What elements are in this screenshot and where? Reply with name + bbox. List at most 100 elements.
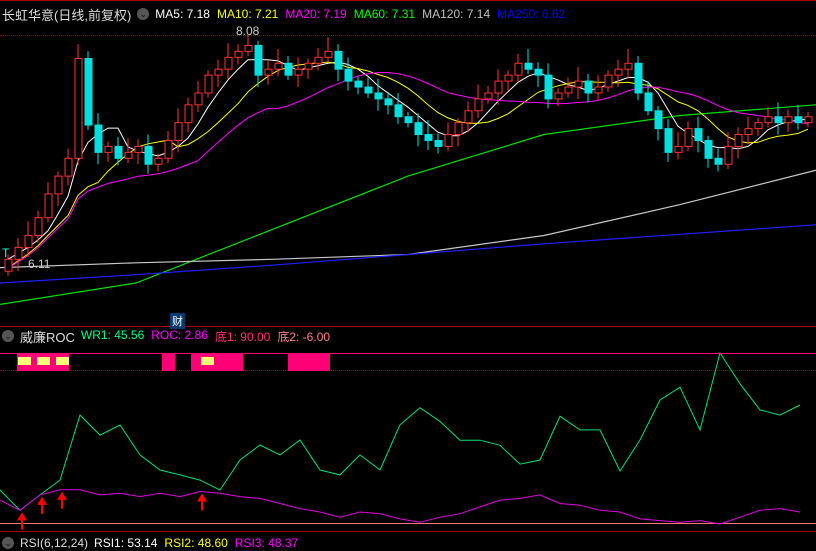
candle-up [164, 139, 173, 159]
candle-up [184, 104, 193, 124]
candle-up [574, 80, 583, 88]
indicator-value-label: 底1: 90.00 [214, 329, 271, 344]
candle-down [334, 50, 343, 70]
candle-up [614, 68, 623, 76]
high-price-label: 8.08 [236, 24, 260, 38]
candle-up [244, 44, 253, 52]
candle-down [424, 134, 433, 141]
candle-down [664, 128, 673, 153]
level-line [0, 353, 816, 354]
indicator-legend: WR1: 45.56 ROC: 2.86 底1: 90.00 底2: -6.00 [81, 328, 330, 345]
candle-up [484, 92, 493, 100]
candle-up [4, 258, 13, 272]
ma10-line [7, 61, 809, 269]
candle-down [344, 68, 353, 82]
candle-up [324, 50, 333, 58]
signal-block [288, 354, 330, 371]
candle-down [354, 80, 363, 88]
roc-line [0, 489, 801, 525]
candle-up [594, 86, 603, 94]
candle-up [784, 116, 793, 124]
t-marker: T [2, 246, 10, 260]
candle-up [24, 235, 33, 248]
rsi-value-label: RSI1: 53.14 [94, 536, 158, 550]
candle-down [404, 116, 413, 124]
candle-up [444, 134, 453, 147]
candle-up [264, 68, 273, 76]
rsi-header: ⌄ RSI(6,12,24) RSI1: 53.14 RSI2: 48.60 RSI… [2, 535, 298, 551]
candle-up [64, 157, 73, 177]
buy-arrow-icon [37, 496, 47, 514]
candle-down [394, 104, 403, 118]
candle-up [674, 145, 683, 153]
candle-down [584, 80, 593, 94]
indicator-value-label: WR1: 45.56 [80, 327, 145, 342]
indicator-header: ⌄ 威廉ROC WR1: 45.56 ROC: 2.86 底1: 90.00 底2: … [2, 328, 330, 345]
candle-up [454, 122, 463, 136]
rsi-value-label: RSI3: 48.37 [234, 536, 299, 550]
candle-up [174, 122, 183, 141]
candle-down [524, 62, 533, 70]
candle-up [624, 62, 633, 70]
signal-mark [37, 357, 50, 365]
candle-down [544, 74, 553, 100]
indicator-value-label: 底2: -6.00 [277, 329, 331, 344]
candle-up [464, 110, 473, 124]
candle-up [204, 74, 213, 94]
candle-up [554, 92, 563, 100]
candle-up [304, 62, 313, 70]
candle-up [724, 145, 733, 165]
candle-up [804, 116, 813, 124]
candle-up [34, 217, 43, 237]
candle-up [214, 68, 223, 76]
candle-up [194, 92, 203, 106]
candle-down [434, 139, 443, 147]
candle-down [254, 44, 263, 76]
candle-down [714, 157, 723, 165]
chevron-down-icon[interactable]: ⌄ [2, 330, 14, 342]
indicator-value-label: ROC: 2.86 [151, 327, 208, 342]
candle-down [534, 68, 543, 76]
signal-mark [18, 357, 31, 365]
candle-down [284, 62, 293, 76]
candle-up [224, 56, 233, 70]
ma20-line [7, 72, 809, 269]
candle-up [684, 128, 693, 147]
candle-down [414, 122, 423, 136]
candle-up [104, 145, 113, 153]
candle-down [94, 124, 103, 153]
candle-up [564, 86, 573, 94]
signal-block [162, 354, 175, 371]
candle-down [774, 116, 783, 124]
signal-mark [201, 357, 214, 365]
indicator-name: 威廉ROC [20, 329, 75, 345]
wr-line [0, 351, 801, 511]
candle-up [294, 68, 303, 76]
signal-block [191, 354, 243, 371]
ma120-line [0, 169, 816, 269]
candle-up [514, 62, 523, 76]
candle-up [234, 50, 243, 58]
candle-down [114, 145, 123, 159]
candlestick-chart [0, 33, 816, 530]
candle-up [14, 246, 23, 260]
candle-up [474, 98, 483, 112]
rsi-legend: RSI1: 53.14 RSI2: 48.60 RSI3: 48.37 [94, 536, 298, 550]
candle-down [374, 92, 383, 100]
candle-up [754, 122, 763, 130]
candle-down [644, 92, 653, 112]
candle-down [794, 116, 803, 124]
candle-up [44, 193, 53, 219]
candle-up [494, 80, 503, 94]
chevron-down-icon[interactable]: ⌄ [2, 537, 14, 549]
low-price-label: 6.11 [28, 257, 51, 271]
ma60-line [0, 104, 816, 305]
candle-down [84, 58, 93, 126]
candle-up [504, 74, 513, 82]
candle-up [74, 58, 83, 159]
signal-mark [56, 357, 69, 365]
rsi-name: RSI(6,12,24) [20, 536, 89, 550]
candle-down [704, 139, 713, 159]
candle-up [124, 151, 133, 159]
rsi-value-label: RSI2: 48.60 [164, 536, 228, 550]
